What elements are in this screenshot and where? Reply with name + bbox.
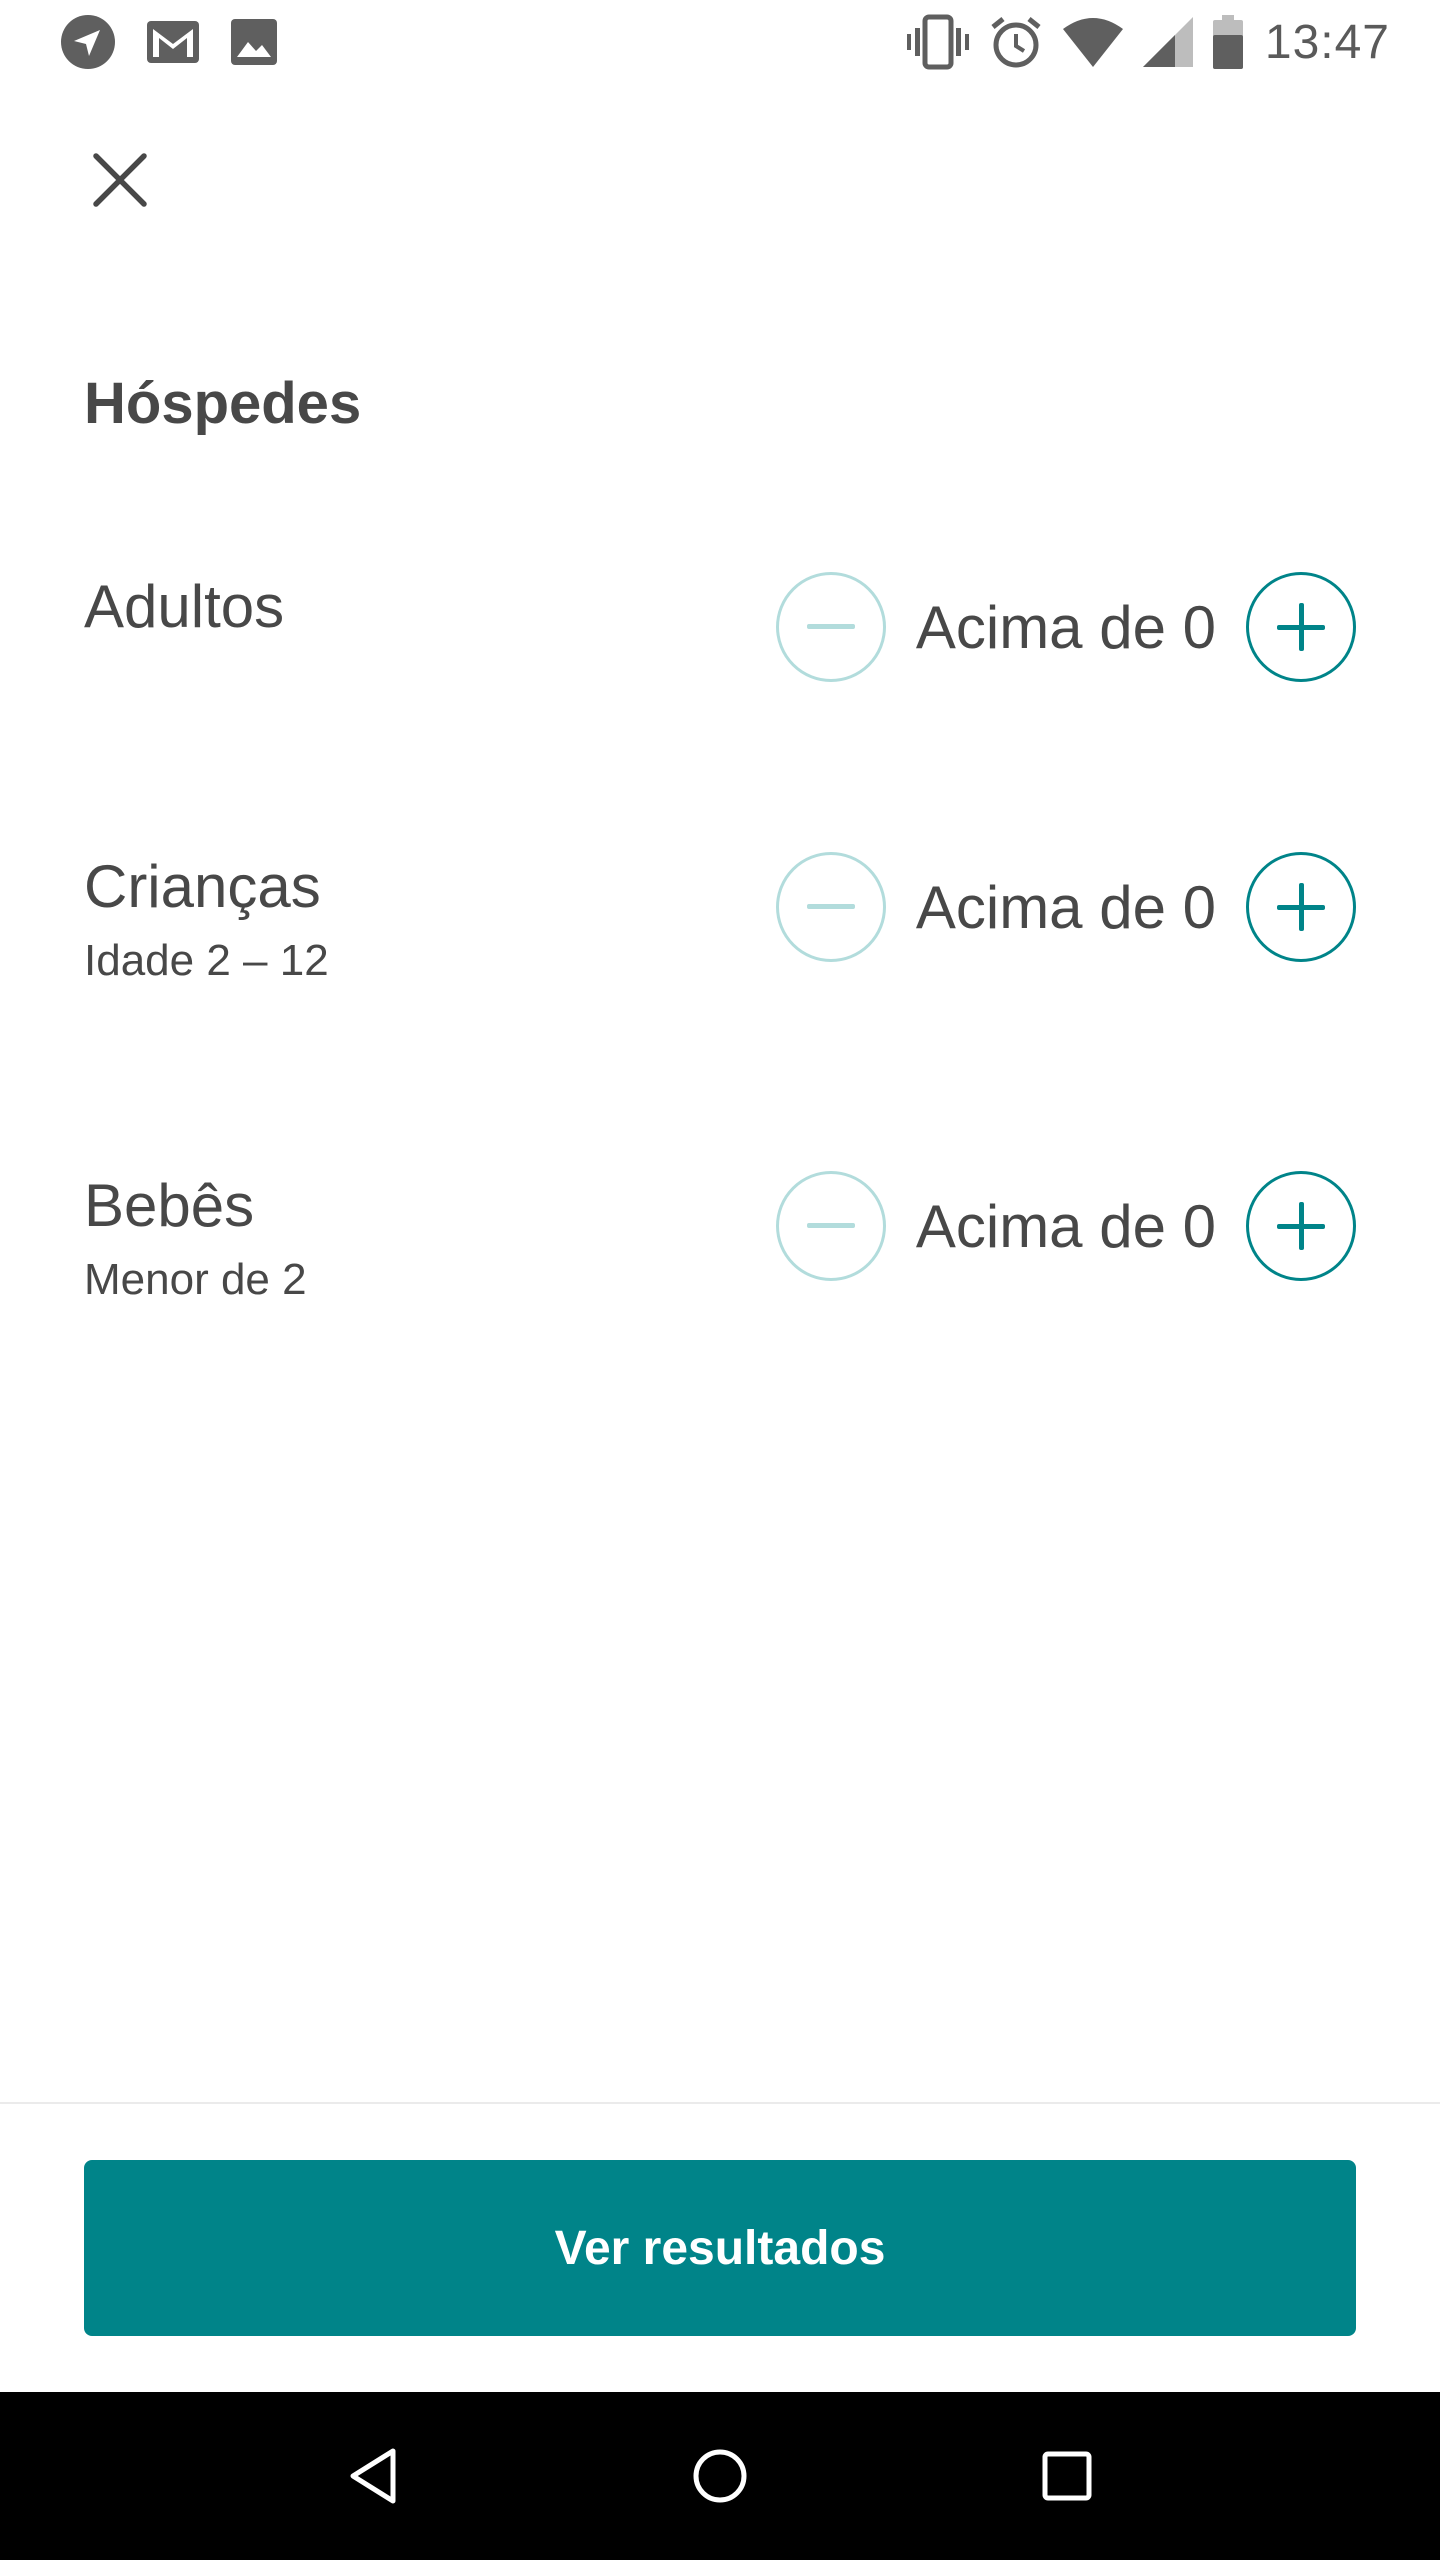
guest-row-infants: Bebês Menor de 2 Acima de 0 — [84, 1171, 1356, 1331]
decrement-infants-button[interactable] — [775, 1171, 886, 1281]
infants-stepper: Acima de 0 — [775, 1171, 1356, 1281]
home-button[interactable] — [660, 2416, 780, 2536]
home-icon — [693, 2449, 747, 2503]
guest-row-adults: Adultos Acima de 0 — [84, 572, 1356, 732]
increment-adults-button[interactable] — [1246, 572, 1356, 682]
children-count: Acima de 0 — [915, 873, 1216, 941]
navigation-icon — [60, 14, 116, 70]
minus-icon — [806, 624, 855, 629]
infants-count: Acima de 0 — [915, 1192, 1216, 1260]
decrement-adults-button[interactable] — [775, 572, 886, 682]
decrement-children-button[interactable] — [775, 852, 886, 962]
recents-button[interactable] — [1007, 2416, 1127, 2536]
status-right: 13:47 — [887, 14, 1390, 70]
alarm-icon — [989, 15, 1043, 69]
plus-icon — [1277, 603, 1325, 651]
image-icon — [230, 18, 278, 66]
minus-icon — [806, 1223, 855, 1228]
show-results-label: Ver resultados — [554, 2221, 886, 2275]
back-icon — [350, 2448, 396, 2504]
guest-label-infants: Bebês — [84, 1172, 255, 1239]
plus-icon — [1277, 883, 1325, 931]
recents-icon — [1042, 2451, 1092, 2501]
vibrate-icon — [906, 14, 969, 70]
guest-sublabel-infants: Menor de 2 — [84, 1255, 307, 1304]
adults-count: Acima de 0 — [915, 593, 1216, 661]
gmail-icon — [146, 20, 200, 64]
guest-row-children: Crianças Idade 2 – 12 Acima de 0 — [84, 852, 1356, 1012]
show-results-button[interactable]: Ver resultados — [84, 2160, 1356, 2336]
close-button[interactable] — [80, 140, 160, 220]
signal-icon — [1142, 17, 1193, 67]
children-stepper: Acima de 0 — [775, 852, 1356, 962]
plus-icon — [1277, 1202, 1325, 1250]
guest-sublabel-children: Idade 2 – 12 — [84, 936, 329, 985]
navigation-bar — [0, 2392, 1440, 2560]
page-title: Hóspedes — [84, 371, 362, 436]
back-button[interactable] — [313, 2416, 433, 2536]
wifi-icon — [1062, 17, 1123, 67]
guest-label-children: Crianças — [84, 853, 321, 920]
close-icon — [93, 153, 147, 207]
increment-children-button[interactable] — [1246, 852, 1356, 962]
increment-infants-button[interactable] — [1246, 1171, 1356, 1281]
minus-icon — [806, 904, 855, 909]
footer-divider — [0, 2102, 1440, 2104]
battery-icon — [1212, 15, 1243, 69]
status-time: 13:47 — [1264, 15, 1390, 69]
adults-stepper: Acima de 0 — [775, 572, 1356, 682]
guest-label-adults: Adultos — [84, 573, 285, 640]
status-left — [60, 14, 308, 70]
status-bar: 13:47 — [0, 0, 1440, 84]
